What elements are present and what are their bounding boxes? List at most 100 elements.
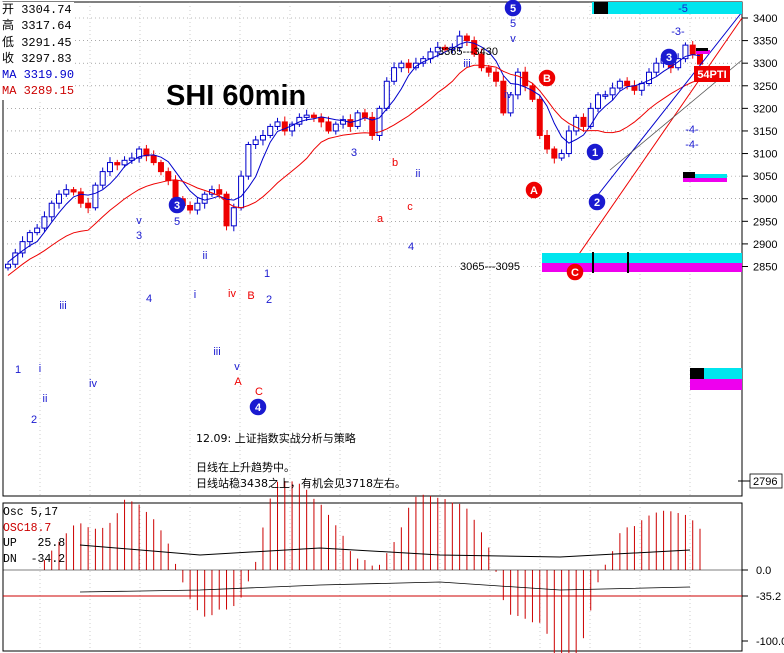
chart-title: SHI 60min (166, 80, 307, 112)
price-tick-label: 3350 (753, 36, 777, 48)
open-value: 3304.74 (21, 3, 72, 17)
candle-down (580, 116, 587, 127)
candle-up (245, 144, 252, 177)
candle-up (194, 202, 201, 211)
price-tick-label: 3000 (753, 194, 777, 206)
wave-label-4: iii (59, 300, 66, 312)
wave-label-22: a (377, 213, 384, 225)
candle-up (55, 193, 62, 204)
oscillator-panel-frame (2, 502, 743, 652)
candle-up (106, 162, 113, 173)
ma2-value: 3289.15 (23, 84, 75, 99)
up-value: 25.8 (37, 537, 66, 550)
candle-down (187, 204, 194, 211)
candle-down (114, 162, 121, 166)
candle-down (318, 116, 325, 123)
price-tick-label: 3300 (753, 58, 777, 70)
candle-up (267, 125, 274, 136)
candle-up (303, 114, 310, 118)
target-bar-small-magenta (683, 178, 727, 182)
wave-label-17: A (234, 376, 242, 388)
note-line-2: 日线在上升趋势中。 (196, 461, 295, 474)
close-value: 3297.83 (21, 51, 72, 66)
osc-value: 18.7 (23, 521, 52, 535)
wave-label-24: c (407, 201, 413, 213)
osc-tick-label-2: -100.0 (756, 636, 784, 648)
candle-down (689, 44, 696, 55)
target-bar-small-mark (683, 172, 695, 178)
candle-up (653, 62, 660, 73)
wave-label-32: -4- (685, 124, 699, 136)
note-line-1: 12.09: 上证指数实战分析与策略 (196, 432, 356, 445)
candle-down (85, 202, 92, 209)
candle-down (157, 162, 164, 173)
target-bar-lower-mark (690, 368, 704, 379)
pti-tag-label: 54PTI (697, 69, 726, 81)
osc-tick-label-1: -35.2 (756, 591, 781, 603)
candle-up (238, 175, 245, 209)
candle-up (609, 87, 616, 96)
wave-label-3: ii (43, 393, 48, 405)
candle-up (63, 189, 70, 195)
candle-down (544, 134, 551, 150)
wave-label-circled-3b: 3 (666, 52, 672, 64)
candle-down (150, 155, 157, 164)
high-label: 高 (2, 19, 15, 34)
osc-name: Osc 5,17 (3, 506, 59, 519)
candle-up (558, 153, 565, 159)
ma2-label: MA (2, 84, 17, 99)
wave-label-23: b (392, 157, 398, 169)
wave-label-30: 5 (510, 18, 516, 30)
candle-up (274, 121, 281, 127)
wave-label-21: 3 (351, 147, 357, 159)
wave-label-5: iv (89, 378, 97, 390)
oscillator-info-box: Osc 5,17 OSC18.7 UP 25.8 DN -34.2 (3, 505, 65, 567)
oscillator-signal-line (79, 581, 691, 593)
wave-label-29: v (510, 33, 516, 45)
wave-label-circled-5: 5 (510, 3, 516, 15)
wave-label-circled-C: C (571, 267, 579, 279)
candle-up (121, 159, 128, 166)
wave-label-18: C (255, 386, 263, 398)
wave-label-circled-2: 2 (594, 197, 600, 209)
wave-label-33: -4- (685, 139, 699, 151)
chart-canvas: 3400 3350 3300 3250 3200 3150 3100 3050 3000 2950… (2, 0, 784, 653)
wave-label-34: -5 (678, 3, 688, 15)
price-tick-label: 3250 (753, 81, 777, 93)
target-bar-top (592, 2, 742, 14)
candle-up (201, 193, 208, 204)
price-tick-label: 3150 (753, 126, 777, 138)
candle-up (616, 80, 623, 89)
candle-up (41, 216, 48, 229)
wave-label-25: 4 (408, 241, 414, 253)
low-label: 低 (2, 35, 15, 50)
candle-up (34, 227, 41, 234)
candle-down (624, 80, 631, 87)
wave-label-16: B (247, 290, 254, 302)
current-price-label: 2796 (753, 476, 777, 488)
price-tick-label: 3200 (753, 103, 777, 115)
target-bar-3065-cyan (542, 253, 742, 263)
candle-down (70, 189, 77, 193)
range-label-lower: 3065---3095 (460, 261, 520, 273)
price-tick-label: 3400 (753, 13, 777, 25)
candle-down (347, 119, 354, 127)
wave-label-20: 2 (266, 294, 272, 306)
price-info-box: 开 3304.74 高 3317.64 低 3291.45 收 3297.83 … (2, 2, 75, 100)
wave-label-6: v (136, 215, 142, 227)
candle-up (48, 202, 55, 218)
dn-label: DN (3, 552, 17, 566)
candle-up (595, 94, 602, 109)
candle-down (310, 114, 317, 118)
wave-label-31: -3- (671, 26, 685, 38)
wave-label-1: 2 (31, 414, 37, 426)
osc-label: OSC (3, 521, 24, 535)
wave-label-circled-3: 3 (174, 200, 180, 212)
open-label: 开 (2, 3, 15, 17)
target-bar-top-mark (594, 2, 608, 14)
wave-label-7: 3 (136, 230, 142, 242)
high-value: 3317.64 (21, 19, 72, 34)
candle-up (332, 123, 339, 132)
price-tick-label: 3050 (753, 171, 777, 183)
candle-up (259, 134, 266, 141)
